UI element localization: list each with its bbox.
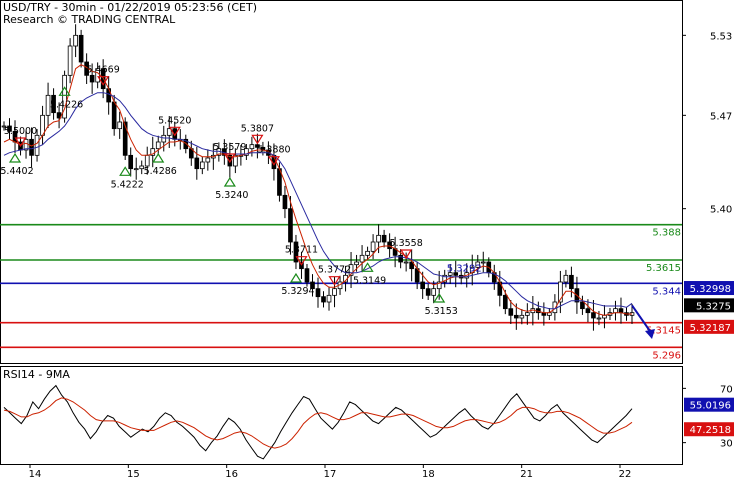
price-badge-label-3: 5.32187	[690, 323, 731, 334]
candle-body	[326, 294, 332, 303]
candle-body	[249, 144, 255, 150]
level-label-1: 5.388	[652, 228, 681, 239]
low-label-2: 5.4402	[0, 166, 33, 177]
candle-body	[431, 288, 437, 296]
candle-body	[304, 268, 310, 283]
candle-body	[67, 45, 73, 76]
candle-body	[194, 157, 200, 170]
candle-body	[580, 301, 585, 310]
low-label-5: 5.4222	[111, 179, 144, 190]
candle-body	[425, 288, 431, 296]
price-badge-label-1: 5.32998	[690, 284, 731, 295]
candle-body	[133, 168, 139, 171]
candle-body	[502, 294, 508, 310]
high-label-8: 5.3579	[213, 142, 246, 153]
candle-body	[613, 308, 618, 314]
candle-body	[89, 74, 95, 83]
rsi-ma-line	[3, 397, 633, 449]
candle-body	[199, 161, 205, 170]
low-marker-icon	[8, 152, 22, 163]
rsi-badge-label-1: 55.0196	[690, 401, 731, 412]
candle-body	[315, 288, 321, 298]
candle-body	[205, 157, 211, 163]
value-label-18: 5.3292	[447, 263, 482, 274]
low-label-13: 5.3294	[281, 286, 314, 297]
high-label-12: 5.3711	[285, 245, 318, 256]
y-tick-label-2: 5.47	[710, 111, 732, 122]
y-tick-label-1: 5.53	[710, 31, 732, 42]
candle-body	[585, 308, 591, 314]
candle-body	[117, 121, 123, 130]
rsi-line	[3, 384, 633, 460]
low-label-7: 5.4286	[144, 166, 177, 177]
x-tick-label-3: 16	[225, 469, 238, 480]
low-marker-icon	[289, 272, 303, 283]
candle-body	[78, 34, 84, 63]
candle-body	[569, 274, 574, 290]
projection-line	[631, 304, 653, 335]
candle-body	[618, 308, 624, 314]
candle-body	[321, 296, 326, 303]
y-tick-label-3: 5.40	[710, 205, 732, 216]
candle-body	[359, 254, 365, 263]
level-label-3: 5.344	[652, 286, 681, 297]
high-label-9: 5.3807	[241, 123, 274, 134]
candle-body	[513, 314, 519, 319]
candle-body	[508, 308, 514, 316]
candle-body	[282, 194, 288, 210]
candle-body	[111, 101, 117, 130]
low-label-4: 5.4226	[50, 99, 83, 110]
level-label-5: 5.296	[652, 350, 681, 361]
low-label-15: 5.3149	[353, 275, 386, 286]
x-tick-label-6: 21	[520, 469, 533, 480]
high-label-1: 5.5000	[4, 126, 37, 137]
candle-body	[403, 261, 409, 264]
x-tick-label-2: 15	[127, 469, 140, 480]
candle-body	[161, 134, 167, 143]
x-tick-label-7: 22	[619, 469, 632, 480]
candle-body	[288, 208, 293, 243]
candle-body	[376, 234, 381, 243]
rsi-tick-label-2: 30	[720, 439, 733, 450]
high-label-14: 5.3772	[318, 265, 351, 276]
rsi-badge-label-2: 47.2518	[690, 425, 731, 436]
candle-body	[144, 154, 150, 167]
candle-body	[354, 261, 359, 266]
candle-body	[34, 134, 40, 156]
high-label-16: 5.3558	[390, 238, 423, 249]
chart-subtitle: Research © TRADING CENTRAL	[3, 13, 176, 26]
x-tick-label-1: 14	[29, 469, 42, 480]
ma-slow-line	[3, 92, 633, 310]
low-label-17: 5.3153	[425, 306, 458, 317]
x-tick-label-4: 17	[324, 469, 337, 480]
low-label-11: 5.3240	[215, 190, 248, 201]
candle-body	[519, 314, 525, 319]
candle-body	[332, 288, 337, 296]
candle-body	[480, 261, 486, 264]
level-label-2: 5.3615	[646, 263, 681, 274]
candle-body	[29, 138, 34, 156]
price-chart: 5.3885.36155.3445.31455.296 5.50005.4402…	[0, 0, 734, 480]
candle-body	[365, 250, 370, 256]
candle-body	[563, 274, 569, 283]
high-label-6: 5.4520	[158, 115, 191, 126]
candle-body	[381, 234, 387, 243]
candle-body	[591, 312, 596, 319]
candle-body	[596, 317, 602, 320]
candle-body	[370, 241, 376, 252]
price-badge-label-2: 5.3275	[696, 301, 731, 312]
high-label-3: 5.4669	[87, 65, 120, 76]
candle-body	[73, 34, 78, 47]
candle-body	[128, 154, 134, 170]
candle-body	[155, 141, 161, 150]
high-label-10: 5.3880	[257, 145, 290, 156]
candle-body	[420, 281, 425, 290]
rsi-tick-label-1: 70	[720, 384, 733, 395]
rsi-panel-title: RSI14 - 9MA	[3, 368, 70, 381]
rsi-panel-frame	[0, 366, 683, 465]
candle-body	[525, 312, 530, 316]
x-tick-label-5: 18	[422, 469, 435, 480]
low-marker-icon	[223, 176, 236, 187]
